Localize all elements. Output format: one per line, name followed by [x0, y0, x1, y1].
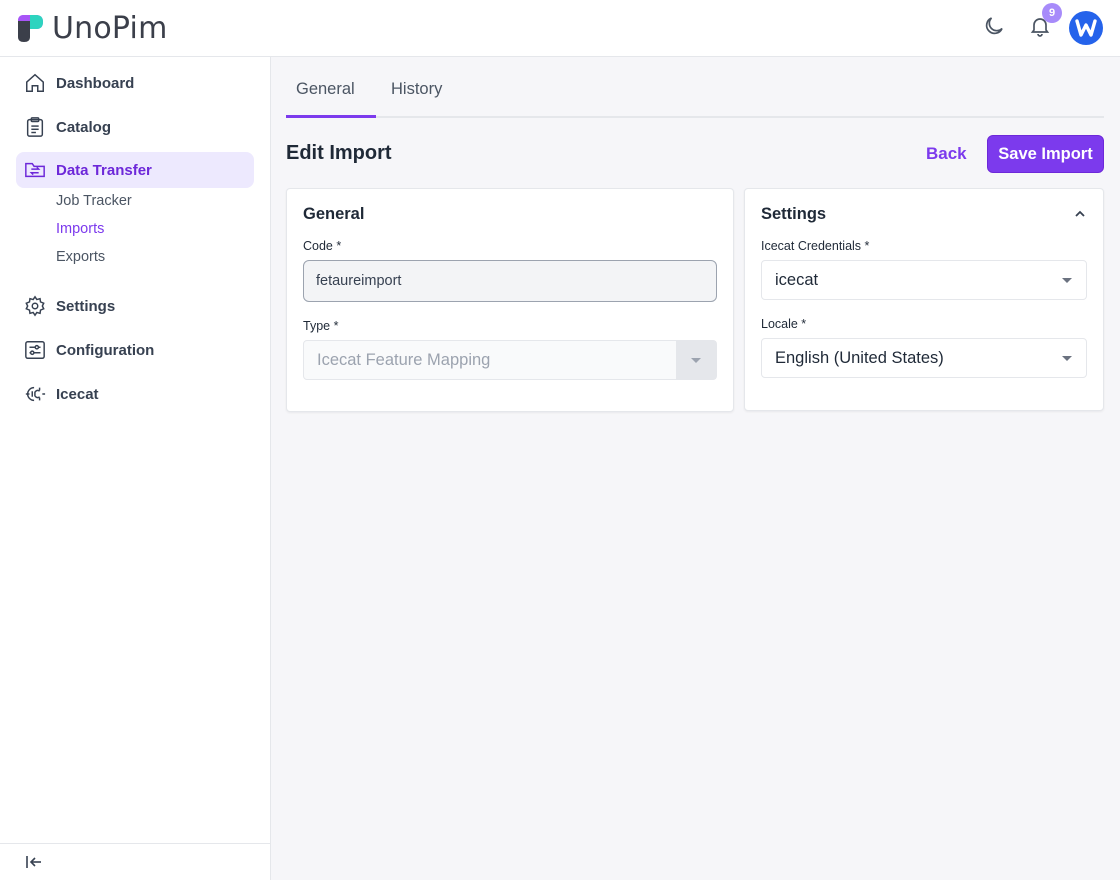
sidebar-item-data-transfer[interactable]: Data Transfer	[16, 152, 254, 188]
type-select-value: Icecat Feature Mapping	[317, 350, 491, 369]
brand-name: UnoPim	[52, 10, 168, 46]
clipboard-list-icon	[26, 117, 44, 137]
tab-bar: General History	[286, 57, 1104, 118]
settings-card-title: Settings	[761, 205, 827, 223]
sidebar-item-catalog[interactable]: Catalog	[16, 109, 254, 145]
page-title: Edit Import	[286, 142, 392, 164]
chevron-up-icon[interactable]	[1073, 207, 1087, 221]
sidebar-subitem-job-tracker[interactable]: Job Tracker	[56, 193, 132, 209]
sidebar-item-configuration[interactable]: Configuration	[16, 332, 254, 368]
chevron-down-icon	[1062, 278, 1072, 283]
moon-icon[interactable]	[982, 14, 1006, 38]
top-header: UnoPim 9	[0, 0, 1120, 57]
general-card-title: General	[303, 205, 365, 223]
sidebar-subitem-exports[interactable]: Exports	[56, 249, 105, 265]
gear-icon	[25, 295, 45, 317]
code-input[interactable]	[303, 260, 717, 302]
general-card: General Code * Type * Icecat Feature Map…	[286, 188, 734, 412]
unopim-logo-icon	[18, 15, 43, 42]
type-label: Type *	[303, 319, 339, 333]
chevron-down-icon	[691, 358, 701, 363]
sidebar-item-dashboard[interactable]: Dashboard	[16, 65, 254, 101]
sidebar-item-label: Settings	[56, 297, 116, 315]
locale-select[interactable]: English (United States)	[761, 338, 1087, 378]
tab-history[interactable]: History	[391, 80, 442, 99]
code-label: Code *	[303, 239, 342, 253]
icecat-credentials-label: Icecat Credentials *	[761, 239, 870, 253]
notification-badge: 9	[1042, 3, 1062, 23]
back-button[interactable]: Back	[920, 136, 973, 172]
chevron-down-icon	[1062, 356, 1072, 361]
tab-general[interactable]: General	[296, 80, 355, 99]
sidebar-item-label: Data Transfer	[56, 161, 152, 179]
icecat-credentials-select[interactable]: icecat	[761, 260, 1087, 300]
active-tab-indicator	[286, 115, 376, 118]
icecat-credentials-value: icecat	[775, 270, 819, 289]
type-select: Icecat Feature Mapping	[303, 340, 717, 380]
user-avatar[interactable]	[1069, 11, 1103, 45]
sidebar-item-label: Icecat	[56, 385, 99, 403]
sidebar-item-label: Catalog	[56, 118, 112, 136]
sidebar-item-settings[interactable]: Settings	[16, 288, 254, 324]
icecat-plug-icon	[25, 386, 46, 402]
home-icon	[26, 73, 44, 92]
sidebar-item-label: Dashboard	[56, 74, 135, 92]
folder-transfer-icon	[25, 162, 45, 178]
locale-value: English (United States)	[775, 348, 944, 367]
collapse-sidebar-icon[interactable]	[24, 852, 44, 872]
type-select-arrow	[676, 341, 716, 379]
sidebar-subitem-imports[interactable]: Imports	[56, 221, 104, 237]
sliders-icon	[25, 341, 45, 359]
sidebar: Dashboard Catalog Data Transfer Job Trac…	[0, 57, 271, 880]
sidebar-footer	[0, 843, 270, 880]
sidebar-item-label: Configuration	[56, 341, 155, 359]
avatar-w-icon	[1075, 19, 1097, 37]
brand-logo[interactable]: UnoPim	[16, 10, 168, 46]
save-import-button[interactable]: Save Import	[987, 135, 1104, 173]
locale-label: Locale *	[761, 317, 807, 331]
settings-card: Settings Icecat Credentials * icecat Loc…	[744, 188, 1104, 411]
sidebar-item-icecat[interactable]: Icecat	[16, 376, 254, 412]
